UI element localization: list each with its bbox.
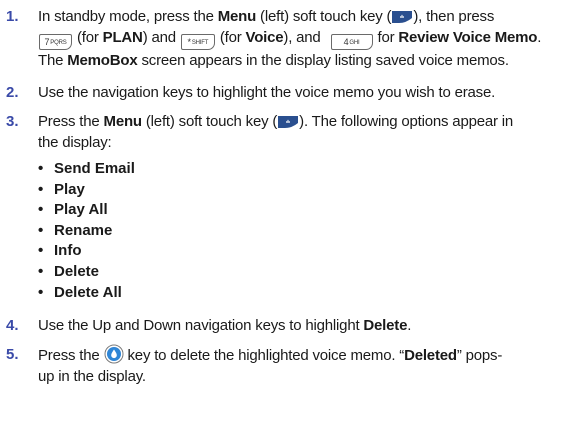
bullet-icon: • (38, 221, 44, 239)
list-item: • Delete All (38, 283, 135, 304)
step-number: 4. (6, 317, 19, 334)
step-3-line-2: the display: (38, 134, 112, 151)
list-item: • Send Email (38, 159, 135, 180)
bullet-icon: • (38, 242, 44, 260)
step-5-line-1: Press the key to delete the highlighted … (38, 344, 579, 366)
bullet-icon: • (38, 180, 44, 198)
key-7-icon: 7PQRS (39, 34, 72, 50)
step-number: 2. (6, 84, 19, 101)
list-item: • Info (38, 241, 135, 262)
list-item: • Delete (38, 262, 135, 283)
ok-key-icon (104, 344, 124, 364)
bullet-icon: • (38, 262, 44, 280)
step-number: 3. (6, 113, 19, 130)
step-3-line-1: Press the Menu (left) soft touch key ().… (38, 113, 514, 130)
step-2-text: Use the navigation keys to highlight the… (38, 84, 496, 101)
key-star-icon: *SHIFT (180, 34, 215, 50)
list-item: • Play All (38, 200, 135, 221)
key-4-icon: 4GHI (330, 34, 373, 50)
left-softkey-icon (278, 116, 299, 128)
instructions-page: 1. In standby mode, press the Menu (left… (0, 0, 585, 421)
list-item: • Rename (38, 221, 135, 242)
list-item: • Play (38, 180, 135, 201)
bullet-icon: • (38, 283, 44, 301)
bullet-icon: • (38, 201, 44, 219)
step-1-line-2: 7PQRS (for PLAN) and *SHIFT (for Voice),… (38, 27, 579, 50)
step-1-line-1: In standby mode, press the Menu (left) s… (38, 8, 495, 25)
left-softkey-icon (392, 11, 413, 23)
step-1-line-3: The MemoBox screen appears in the displa… (38, 52, 509, 69)
step-number: 1. (6, 8, 19, 25)
bullet-icon: • (38, 160, 44, 177)
step-number: 5. (6, 346, 19, 363)
options-list: • Send Email • Play • Play All • Rename • Inf… (38, 159, 135, 303)
step-5-line-2: up in the display. (38, 368, 146, 385)
